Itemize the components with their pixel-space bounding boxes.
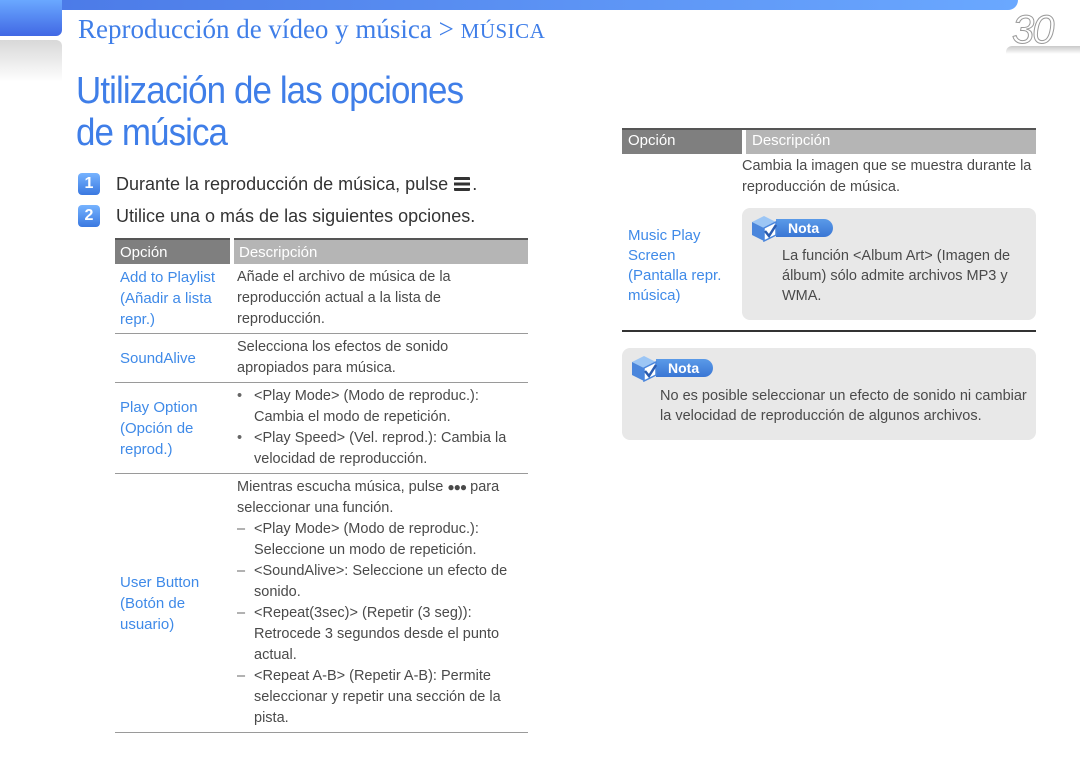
dash-item: – <Repeat(3sec)> (Repetir (3 seg)): Retro…	[237, 603, 523, 666]
table-header-row: Opción Descripción	[622, 128, 1036, 154]
breadcrumb: Reproducción de vídeo y música > MÚSICA	[78, 14, 545, 45]
option-name: User Button (Botón de usuario)	[115, 473, 232, 733]
option-name: Add to Playlist (Añadir a lista repr.)	[115, 264, 232, 334]
intro-before: Mientras escucha música, pulse	[237, 479, 444, 495]
bullet-text: <Play Speed> (Vel. reprod.): Cambia la v…	[254, 430, 507, 467]
page-title: Utilización de las opciones de música	[76, 70, 464, 154]
intro-text: Mientras escucha música, pulse ●●● para …	[237, 477, 523, 519]
header-tab-shadow	[0, 40, 62, 82]
dash-item: – <Play Mode> (Modo de reproduc.): Selecc…	[237, 519, 523, 561]
step-text: Durante la reproducción de música, pulse	[116, 173, 449, 194]
bullet-item: • <Play Speed> (Vel. reprod.): Cambia la …	[237, 428, 523, 470]
option-name: SoundAlive	[115, 333, 232, 383]
dash-item: – <SoundAlive>: Seleccione un efecto de s…	[237, 561, 523, 603]
dash-text: <Play Mode> (Modo de reproduc.): Selecci…	[254, 521, 479, 558]
more-dots-icon: ●●●	[447, 480, 467, 494]
bullet-marker: •	[237, 388, 243, 404]
option-name: Music Play Screen (Pantalla repr. música…	[628, 227, 722, 304]
bullet-marker: •	[237, 430, 243, 446]
option-description: Cambia la imagen que se muestra durante …	[742, 158, 1032, 195]
header-description: Descripción	[742, 130, 1036, 154]
dash-item: – <Repeat A-B> (Repetir A-B): Permite sel…	[237, 666, 523, 729]
step-number-badge: 2	[78, 205, 100, 227]
option-description: Selecciona los efectos de sonido apropia…	[232, 333, 528, 383]
dash-text: <Repeat(3sec)> (Repetir (3 seg)): Retroc…	[254, 605, 500, 663]
dash-marker: –	[237, 563, 246, 579]
checkbox-cube-icon	[750, 214, 778, 243]
note-label: Nota	[656, 359, 714, 377]
menu-icon	[454, 177, 471, 191]
step-suffix: .	[472, 173, 478, 194]
bottom-note-box: Nota No es posible seleccionar un efecto…	[622, 348, 1036, 440]
table-row: Play Option (Opción de reprod.) • <Play M…	[115, 382, 528, 474]
step-1: 1 Durante la reproducción de música, pul…	[78, 173, 477, 195]
dash-text: <SoundAlive>: Seleccione un efecto de so…	[254, 563, 508, 600]
dash-text: <Repeat A-B> (Repetir A-B): Permite sele…	[254, 668, 501, 726]
options-table: Opción Descripción Add to Playlist (Añad…	[115, 238, 528, 733]
table-row: Add to Playlist (Añadir a lista repr.) A…	[115, 264, 528, 334]
note-label: Nota	[776, 219, 834, 237]
dash-marker: –	[237, 605, 246, 621]
header-option: Opción	[622, 130, 742, 154]
options-table-continued: Opción Descripción Music Play Screen (Pa…	[622, 128, 1036, 332]
step-text: Utilice una o más de las siguientes opci…	[116, 205, 476, 226]
header-description: Descripción	[230, 238, 528, 264]
option-description: Añade el archivo de música de la reprodu…	[232, 264, 528, 334]
table-row: Music Play Screen (Pantalla repr. música…	[622, 154, 1036, 332]
step-number-badge: 1	[78, 173, 100, 195]
note-header: Nota	[750, 214, 834, 243]
header-tab-decoration	[0, 0, 62, 36]
note-header: Nota	[630, 354, 714, 383]
option-name: Play Option (Opción de reprod.)	[115, 382, 232, 474]
page-number-shadow	[1006, 46, 1080, 54]
breadcrumb-section: Reproducción de vídeo y música >	[78, 14, 461, 44]
option-description: • <Play Mode> (Modo de reproduc.): Cambia…	[232, 382, 528, 474]
dash-marker: –	[237, 668, 246, 684]
breadcrumb-current: MÚSICA	[460, 19, 546, 43]
option-description: Mientras escucha música, pulse ●●● para …	[232, 473, 528, 733]
dash-marker: –	[237, 521, 246, 537]
table-row: User Button (Botón de usuario) Mientras …	[115, 473, 528, 733]
table-header-row: Opción Descripción	[115, 238, 528, 264]
note-text: La función <Album Art> (Imagen de álbum)…	[782, 248, 1011, 304]
header-band	[0, 0, 1018, 10]
step-2: 2 Utilice una o más de las siguientes op…	[78, 205, 475, 227]
bullet-item: • <Play Mode> (Modo de reproduc.): Cambia…	[237, 386, 523, 428]
bullet-text: <Play Mode> (Modo de reproduc.): Cambia …	[254, 388, 479, 425]
note-box: Nota La función <Album Art> (Imagen de á…	[742, 208, 1036, 320]
checkbox-cube-icon	[630, 354, 658, 383]
header-option: Opción	[115, 238, 232, 264]
note-text: No es posible seleccionar un efecto de s…	[660, 388, 1027, 424]
table-row: SoundAlive Selecciona los efectos de son…	[115, 333, 528, 383]
